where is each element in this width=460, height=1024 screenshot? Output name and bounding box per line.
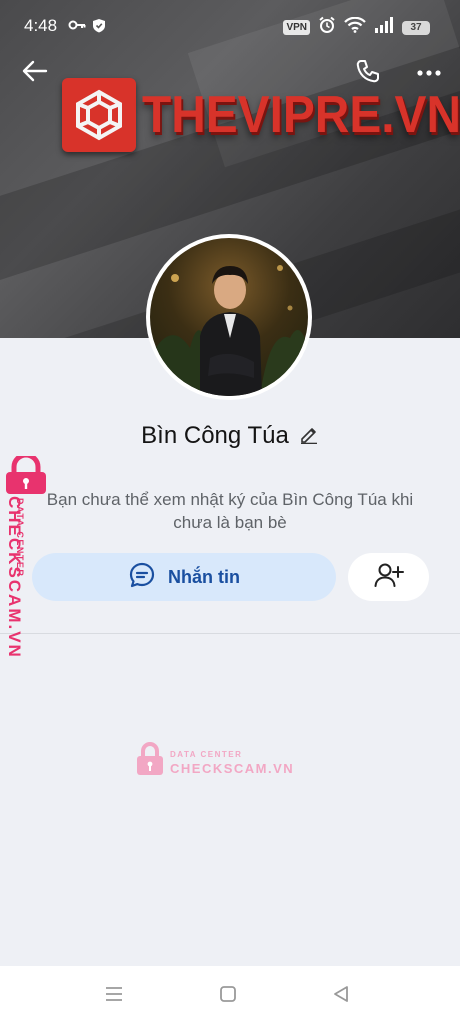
phone-icon (355, 58, 381, 89)
privacy-notice: Bạn chưa thể xem nhật ký của Bìn Công Tú… (46, 490, 414, 532)
system-navigation-bar (0, 966, 460, 1024)
alarm-icon (318, 16, 336, 39)
logo-mark (62, 78, 136, 152)
lock-icon (4, 452, 48, 501)
section-divider (0, 633, 460, 634)
avatar[interactable] (146, 234, 312, 400)
home-button[interactable] (217, 985, 239, 1008)
call-button[interactable] (353, 58, 383, 88)
watermark-center: DATA CENTER CHECKSCAM.VN (136, 742, 294, 781)
wifi-icon (344, 16, 366, 38)
menu-icon (104, 986, 124, 1007)
chat-bubble-icon (128, 561, 156, 594)
shield-icon (92, 18, 106, 38)
profile-name-row: Bìn Công Túa (0, 422, 460, 450)
more-button[interactable] (414, 58, 444, 88)
add-friend-button[interactable] (348, 553, 429, 601)
status-time: 4:48 (24, 16, 58, 35)
lock-icon (136, 742, 164, 781)
pencil-icon[interactable] (299, 424, 319, 449)
watermark-side-big: CHECKSCAM.VN (5, 496, 24, 659)
system-back-button[interactable] (330, 985, 352, 1008)
status-bar: 4:48 VPN 37 (0, 0, 460, 52)
profile-name: Bìn Công Túa (141, 422, 289, 449)
signal-icon (374, 17, 394, 38)
brand-logo: THEVIPRE.VN (62, 78, 460, 152)
vpn-badge: VPN (283, 20, 310, 35)
message-button-label: Nhắn tin (168, 566, 240, 587)
watermark-side: DATA CENTER CHECKSCAM.VN (4, 452, 50, 659)
watermark-center-big: CHECKSCAM.VN (170, 760, 295, 776)
home-icon (219, 985, 237, 1008)
back-button[interactable] (20, 58, 50, 88)
more-horizontal-icon (417, 64, 441, 82)
avatar-photo (150, 238, 308, 396)
key-icon (68, 18, 86, 38)
add-user-icon (374, 562, 404, 593)
battery-indicator: 37 (402, 20, 430, 35)
back-triangle-icon (332, 985, 350, 1008)
logo-text: THEVIPRE.VN (142, 86, 460, 144)
arrow-left-icon (22, 60, 48, 87)
recent-apps-button[interactable] (103, 986, 125, 1006)
message-button[interactable]: Nhắn tin (32, 553, 336, 601)
watermark-center-small: DATA CENTER (170, 749, 243, 759)
